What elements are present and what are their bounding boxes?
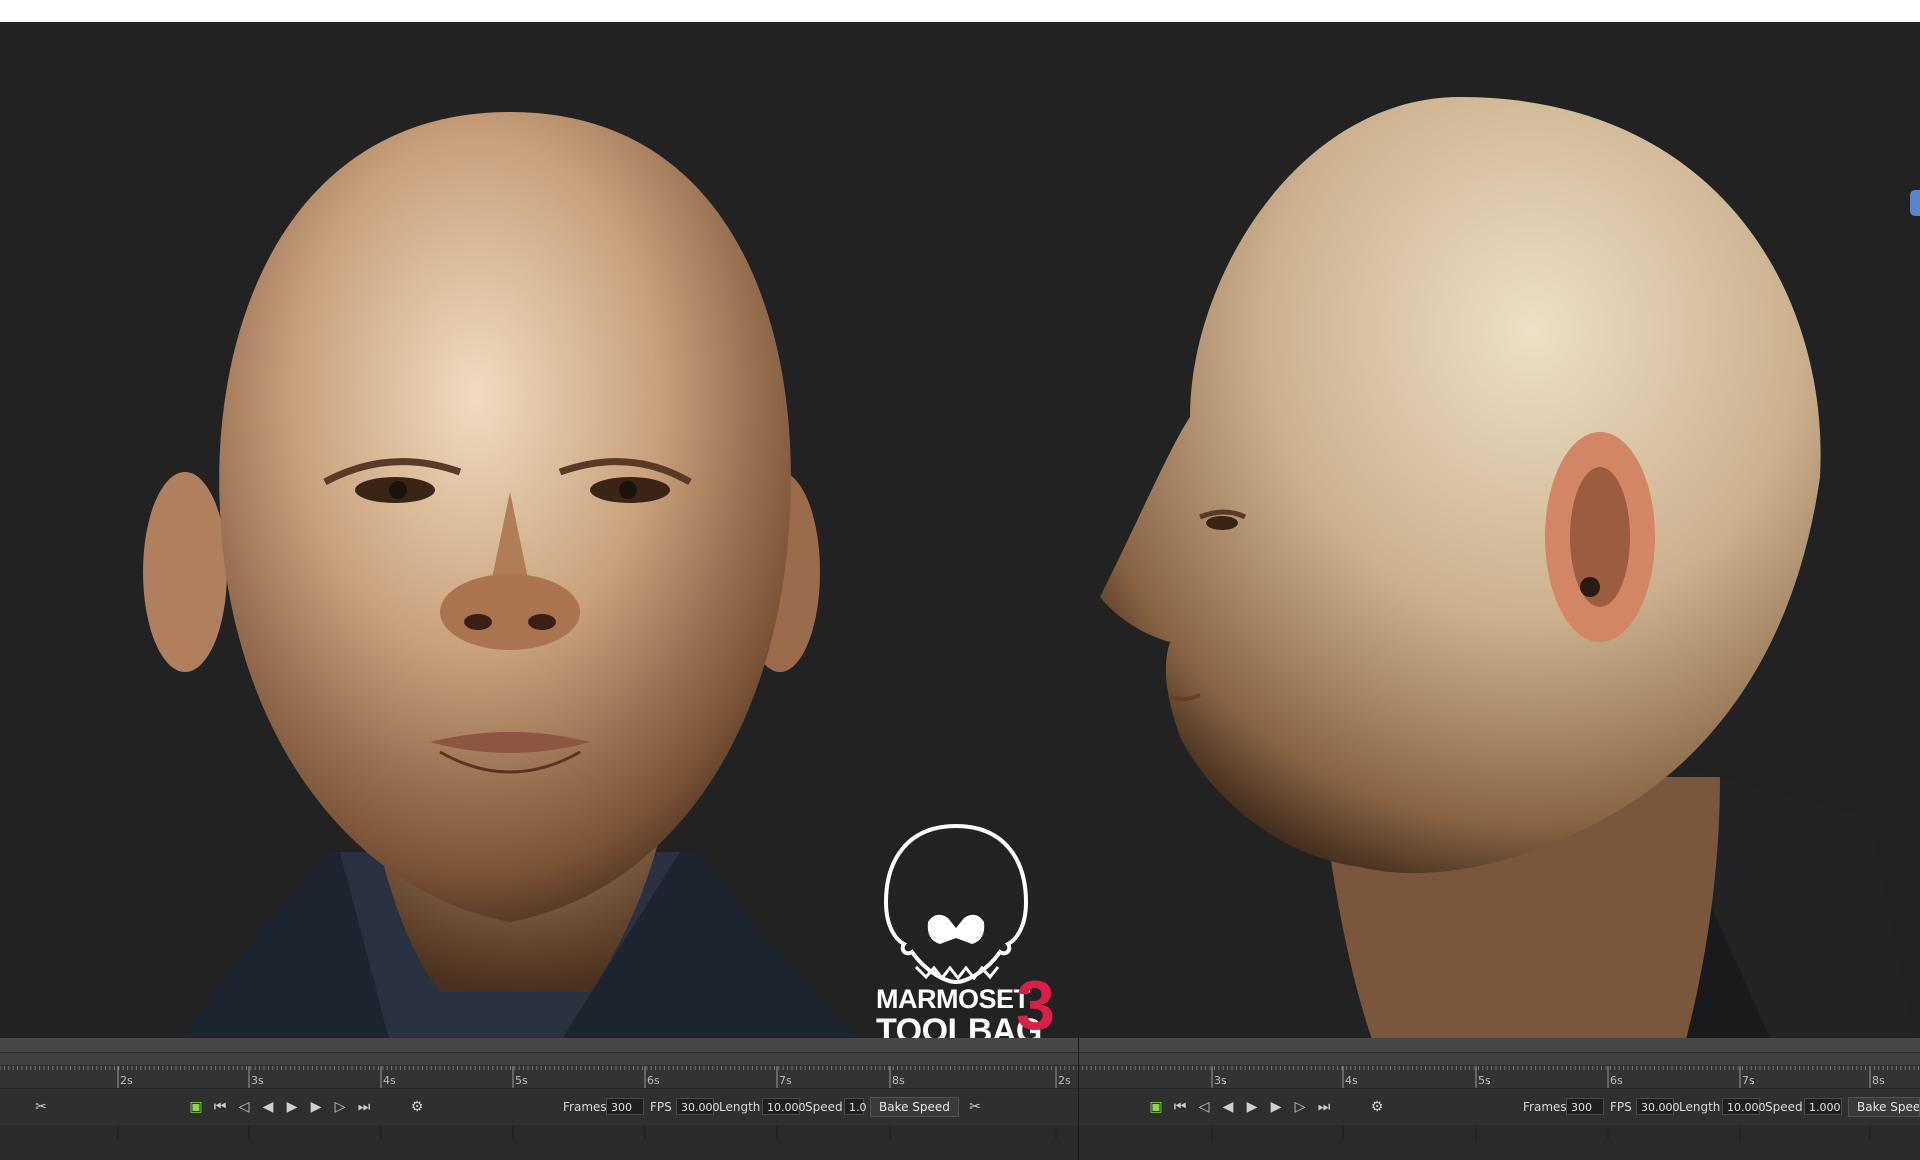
keyframe-tool-icon[interactable]: ✂ <box>32 1098 50 1116</box>
length-field-2[interactable]: 10.000 <box>1722 1098 1766 1115</box>
length-label: Length <box>719 1100 761 1114</box>
ruler-label-l-5s: 5s <box>515 1074 528 1087</box>
step-back-icon-2[interactable]: ◀ <box>1219 1098 1237 1116</box>
next-key-icon-2[interactable]: ▷ <box>1291 1098 1309 1116</box>
ruler-label-r-6s: 6s <box>1610 1074 1623 1087</box>
ruler-ticks <box>0 1066 1919 1088</box>
fps-label-2: FPS <box>1610 1100 1632 1114</box>
next-key-icon[interactable]: ▷ <box>331 1098 349 1116</box>
step-forward-icon[interactable]: ▶ <box>307 1098 325 1116</box>
prev-key-icon-2[interactable]: ◁ <box>1195 1098 1213 1116</box>
prev-key-icon[interactable]: ◁ <box>235 1098 253 1116</box>
loop-icon-2[interactable]: ▣ <box>1147 1098 1165 1116</box>
settings-icon-2[interactable]: ⚙ <box>1368 1098 1386 1116</box>
3d-viewport[interactable]: MARMOSET TOOLBAG 3 <box>0 22 1920 1038</box>
ruler-label-r-5s: 5s <box>1478 1074 1491 1087</box>
bake-speed-button[interactable]: Bake Speed <box>870 1097 959 1117</box>
head-render-front <box>143 112 857 1038</box>
timeline-track-2[interactable] <box>0 1053 1920 1066</box>
speed-label: Speed <box>805 1100 843 1114</box>
ruler-label-r-7s: 7s <box>1742 1074 1755 1087</box>
speed-label-2: Speed <box>1765 1100 1803 1114</box>
timeline-ruler[interactable]: 2s 3s 4s 5s 6s 7s 8s 2s 3s 4s 5s 6s 7s 8… <box>0 1066 1920 1089</box>
timeline-controls: ✂ ▣ ⏮ ◁ ◀ ▶ ▶ ▷ ⏭ ⚙ Frames 300 FPS 30.00… <box>0 1089 1920 1125</box>
bake-speed-button-2[interactable]: Bake Speed <box>1848 1097 1920 1117</box>
length-label-2: Length <box>1679 1100 1721 1114</box>
ruler-label-r-4s: 4s <box>1345 1074 1358 1087</box>
fps-label: FPS <box>650 1100 672 1114</box>
skip-end-icon-2[interactable]: ⏭ <box>1315 1098 1333 1116</box>
ruler-label-l-3s: 3s <box>251 1074 264 1087</box>
timeline-track-bottom[interactable] <box>0 1125 1920 1160</box>
ruler-label-r-3s: 3s <box>1214 1074 1227 1087</box>
marmoset-logo-icon <box>883 823 1029 985</box>
play-icon-2[interactable]: ▶ <box>1243 1098 1261 1116</box>
loop-icon[interactable]: ▣ <box>187 1098 205 1116</box>
frames-label: Frames <box>563 1100 607 1114</box>
logo-line-1: MARMOSET <box>876 984 1030 1014</box>
speed-field-2[interactable]: 1.000 <box>1804 1098 1842 1115</box>
ruler-label-r-2s: 2s <box>1058 1074 1071 1087</box>
ruler-label-l-4s: 4s <box>383 1074 396 1087</box>
ruler-label-l-8s: 8s <box>892 1074 905 1087</box>
ruler-label-r-8s: 8s <box>1872 1074 1885 1087</box>
panel-divider <box>1078 1038 1079 1160</box>
settings-icon[interactable]: ⚙ <box>408 1098 426 1116</box>
step-forward-icon-2[interactable]: ▶ <box>1267 1098 1285 1116</box>
timeline-track-top[interactable] <box>0 1038 1920 1053</box>
skip-end-icon[interactable]: ⏭ <box>355 1098 373 1116</box>
length-field[interactable]: 10.000 <box>762 1098 806 1115</box>
ruler-label-l-6s: 6s <box>647 1074 660 1087</box>
step-back-icon[interactable]: ◀ <box>259 1098 277 1116</box>
skip-start-icon[interactable]: ⏮ <box>211 1098 229 1116</box>
frames-label-2: Frames <box>1523 1100 1567 1114</box>
speed-field[interactable]: 1.0 <box>844 1098 867 1115</box>
head-render-side <box>1100 97 1916 1038</box>
frames-field[interactable]: 300 <box>606 1098 644 1115</box>
skip-start-icon-2[interactable]: ⏮ <box>1171 1098 1189 1116</box>
logo-version: 3 <box>1016 966 1055 1038</box>
ruler-label-l-7s: 7s <box>779 1074 792 1087</box>
frames-field-2[interactable]: 300 <box>1566 1098 1604 1115</box>
fps-field-2[interactable]: 30.000 <box>1636 1098 1680 1115</box>
keyframe-tool-icon-2[interactable]: ✂ <box>966 1098 984 1116</box>
play-icon[interactable]: ▶ <box>283 1098 301 1116</box>
scroll-indicator[interactable] <box>1910 190 1920 216</box>
animation-timeline[interactable]: 2s 3s 4s 5s 6s 7s 8s 2s 3s 4s 5s 6s 7s 8… <box>0 1038 1920 1160</box>
fps-field[interactable]: 30.000 <box>676 1098 720 1115</box>
marmoset-toolbag-logo: MARMOSET TOOLBAG 3 <box>876 822 1066 1038</box>
bottom-grid-lines <box>117 1126 1871 1140</box>
ruler-label-l-2s: 2s <box>120 1074 133 1087</box>
